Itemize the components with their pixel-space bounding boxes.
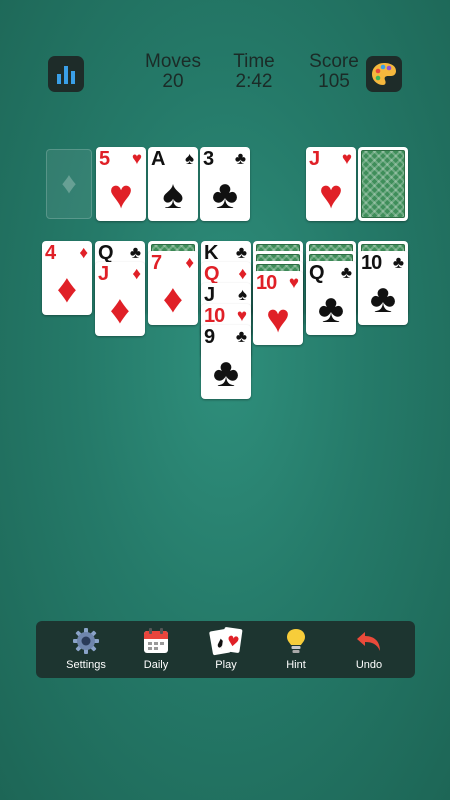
club-icon: ♣: [129, 243, 141, 262]
diamond-icon: ♦: [56, 267, 78, 311]
diamond-icon: ♦: [238, 264, 247, 283]
card-rank: J: [309, 148, 320, 170]
play-button[interactable]: ♠ ♥ Play: [191, 621, 261, 678]
foundation-empty-slot[interactable]: ♦: [46, 149, 92, 219]
card-rank: 3: [203, 148, 214, 170]
club-icon: ♣: [392, 253, 404, 272]
diamond-icon: ♦: [132, 264, 141, 283]
playing-cards-icon: ♠ ♥: [209, 627, 243, 656]
tableau-card[interactable]: 7 ♦ ♦: [148, 251, 198, 325]
card-rank: 10: [204, 305, 225, 327]
card-rank: 7: [151, 252, 162, 274]
spade-icon: ♠: [237, 285, 247, 304]
club-icon: ♣: [340, 263, 352, 282]
card-rank: A: [151, 148, 165, 170]
club-icon: ♣: [317, 287, 345, 331]
daily-label: Daily: [143, 659, 169, 671]
card-rank: 10: [256, 272, 277, 294]
tableau-card[interactable]: J ♦ ♦: [95, 262, 145, 336]
foundation-card[interactable]: 3 ♣ ♣: [200, 147, 250, 221]
heart-icon: ♥: [319, 173, 343, 217]
svg-text:♥: ♥: [226, 633, 241, 651]
diamond-icon: ♦: [79, 243, 88, 262]
card-rank: K: [204, 242, 218, 264]
club-icon: ♣: [234, 149, 246, 168]
card-rank: 9: [204, 326, 215, 348]
diamond-icon: ♦: [185, 253, 194, 272]
calendar-icon: [144, 628, 168, 653]
score-value: 105: [318, 71, 350, 92]
heart-icon: ♥: [288, 273, 299, 292]
spade-icon: ♠: [184, 149, 194, 168]
diamond-placeholder-icon: ♦: [61, 167, 77, 200]
diamond-icon: ♦: [162, 277, 184, 321]
club-icon: ♣: [212, 351, 240, 395]
time-label: Time: [233, 51, 275, 72]
card-rank: 4: [45, 242, 56, 264]
waste-card[interactable]: J ♥ ♥: [306, 147, 356, 221]
heart-icon: ♥: [266, 297, 290, 341]
time-value: 2:42: [235, 71, 273, 92]
moves-stat: Moves 20: [140, 52, 206, 92]
score-label: Score: [309, 51, 359, 72]
card-rank: J: [98, 263, 109, 285]
club-icon: ♣: [369, 277, 397, 321]
hint-button[interactable]: Hint: [261, 621, 331, 678]
lightbulb-icon: [287, 629, 305, 653]
hint-label: Hint: [286, 659, 306, 671]
bar-chart-icon: [57, 66, 75, 84]
heart-icon: ♥: [131, 149, 142, 168]
score-stat: Score 105: [302, 52, 366, 92]
club-icon: ♣: [211, 173, 239, 217]
tableau-card[interactable]: Q ♣ ♣: [306, 261, 356, 335]
card-rank: Q: [204, 263, 220, 285]
stats-button[interactable]: [48, 56, 84, 92]
undo-label: Undo: [355, 659, 383, 671]
card-rank: J: [204, 284, 215, 306]
heart-icon: ♥: [109, 173, 133, 217]
tableau-card[interactable]: 9 ♣ ♣: [201, 325, 251, 399]
play-label: Play: [215, 659, 237, 671]
stock-pile[interactable]: [358, 147, 408, 221]
heart-icon: ♥: [341, 149, 352, 168]
settings-button[interactable]: Settings: [51, 621, 121, 678]
gear-icon: [73, 628, 99, 654]
heart-icon: ♥: [236, 306, 247, 325]
club-icon: ♣: [235, 243, 247, 262]
card-rank: Q: [98, 242, 114, 264]
spade-icon: ♠: [162, 173, 184, 217]
moves-label: Moves: [145, 51, 201, 72]
palette-icon: [372, 63, 396, 85]
foundation-card[interactable]: 5 ♥ ♥: [96, 147, 146, 221]
daily-button[interactable]: Daily: [121, 621, 191, 678]
card-rank: 5: [99, 148, 110, 170]
foundation-card[interactable]: A ♠ ♠: [148, 147, 198, 221]
card-back-pattern: [361, 150, 405, 218]
diamond-icon: ♦: [109, 288, 131, 332]
card-rank: 10: [361, 252, 382, 274]
tableau-card[interactable]: 10 ♣ ♣: [358, 251, 408, 325]
tableau-card[interactable]: 4 ♦ ♦: [42, 241, 92, 315]
settings-label: Settings: [66, 659, 106, 671]
undo-arrow-icon: [357, 632, 380, 651]
tableau-card[interactable]: 10 ♥ ♥: [253, 271, 303, 345]
theme-button[interactable]: [366, 56, 402, 92]
moves-value: 20: [162, 71, 184, 92]
club-icon: ♣: [235, 327, 247, 346]
undo-button[interactable]: Undo: [334, 621, 404, 678]
time-stat: Time 2:42: [222, 52, 286, 92]
card-rank: Q: [309, 262, 325, 284]
bottom-toolbar: Settings Daily ♠ ♥ Play Hint Undo: [36, 621, 415, 678]
